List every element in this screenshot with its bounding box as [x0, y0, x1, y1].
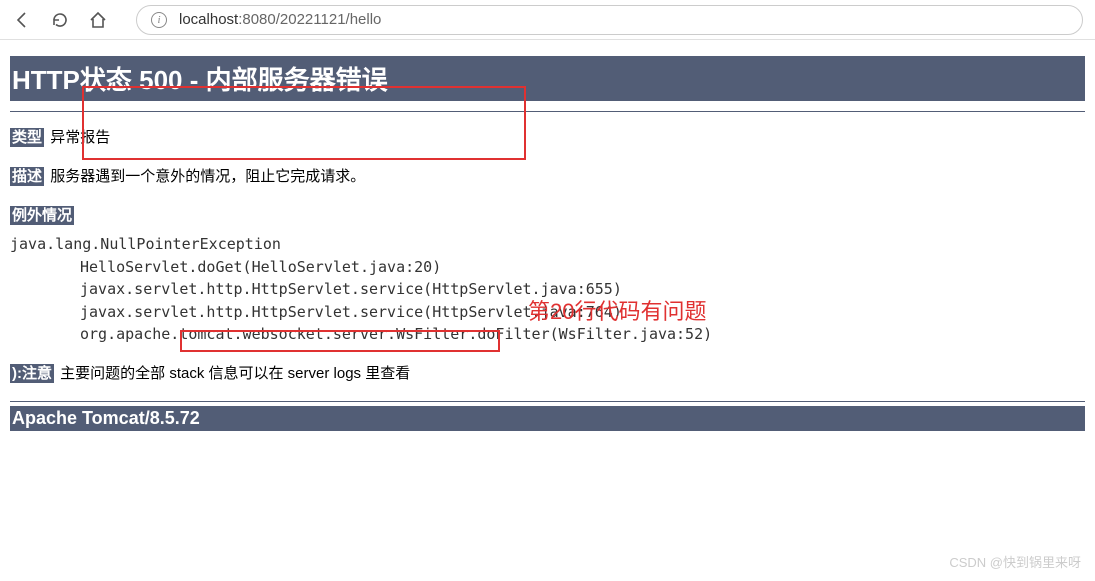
note-row: ):注意 主要问题的全部 stack 信息可以在 server logs 里查看: [10, 362, 1085, 383]
note-value: 主要问题的全部 stack 信息可以在 server logs 里查看: [60, 365, 410, 382]
description-value: 服务器遇到一个意外的情况，阻止它完成请求。: [50, 168, 365, 185]
exception-label: 例外情况: [10, 206, 74, 225]
server-footer: Apache Tomcat/8.5.72: [10, 406, 1085, 431]
address-bar[interactable]: i localhost:8080/20221121/hello: [136, 5, 1083, 35]
description-label: 描述: [10, 167, 44, 186]
watermark: CSDN @快到锅里来呀: [949, 552, 1081, 571]
stack-line: HelloServlet.doGet(HelloServlet.java:20): [10, 256, 1085, 279]
note-label: ):注意: [10, 364, 54, 383]
page-title: HTTP状态 500 - 内部服务器错误: [10, 56, 1085, 101]
type-value: 异常报告: [50, 129, 110, 146]
page-content: HTTP状态 500 - 内部服务器错误 类型 异常报告 描述 服务器遇到一个意…: [0, 40, 1095, 439]
home-button[interactable]: [88, 10, 108, 30]
type-label: 类型: [10, 128, 44, 147]
divider: [10, 401, 1085, 402]
info-icon[interactable]: i: [151, 12, 167, 28]
stack-line: java.lang.NullPointerException: [10, 233, 1085, 256]
description-row: 描述 服务器遇到一个意外的情况，阻止它完成请求。: [10, 165, 1085, 186]
stack-trace: java.lang.NullPointerException HelloServ…: [10, 233, 1085, 346]
back-button[interactable]: [12, 10, 32, 30]
refresh-button[interactable]: [50, 10, 70, 30]
divider: [10, 111, 1085, 112]
exception-row: 例外情况: [10, 204, 1085, 225]
url-text: localhost:8080/20221121/hello: [179, 11, 381, 28]
stack-line: org.apache.tomcat.websocket.server.WsFil…: [10, 323, 1085, 346]
browser-toolbar: i localhost:8080/20221121/hello: [0, 0, 1095, 40]
type-row: 类型 异常报告: [10, 126, 1085, 147]
annotation-text: 第20行代码有问题: [528, 294, 706, 326]
